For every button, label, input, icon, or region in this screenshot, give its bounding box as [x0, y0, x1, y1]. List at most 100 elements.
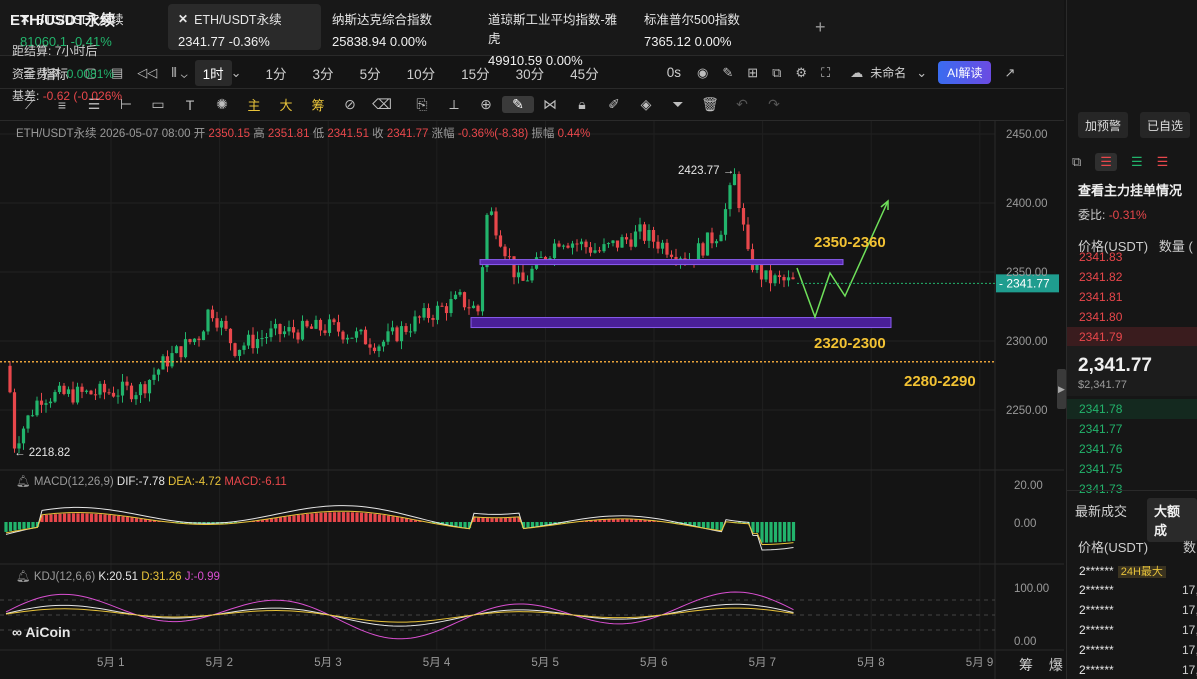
macd-histogram-bar — [602, 519, 607, 522]
bell-icon[interactable]: 🔔︎ — [16, 476, 31, 488]
ask-row[interactable]: 2341.80 — [1067, 307, 1197, 327]
chevron-down-icon[interactable]: ⌄ — [909, 65, 934, 81]
text-icon[interactable]: T — [174, 97, 206, 113]
book-bids-icon[interactable]: ☰ — [1131, 154, 1143, 170]
fullscreen-icon[interactable]: ⛶ — [814, 65, 837, 81]
candle-type-icon[interactable]: ⦀ ⌄ — [164, 65, 194, 81]
ask-row[interactable]: 2341.79 — [1067, 327, 1197, 347]
add-ticker-icon[interactable]: + — [815, 17, 826, 38]
interval-45m-button[interactable]: 45分 — [561, 63, 608, 83]
chip-explode-buttons[interactable]: 筹 爆 — [1019, 655, 1069, 675]
macd-histogram-bar — [98, 514, 103, 522]
kdj-d: D:31.26 — [141, 571, 182, 583]
candle-body — [782, 276, 786, 281]
lock-icon[interactable]: 🔒︎ — [566, 96, 598, 113]
share-icon[interactable]: ↗ — [997, 65, 1022, 81]
undo-icon[interactable]: ↶ — [726, 96, 758, 113]
macd-histogram-bar — [625, 519, 629, 522]
settings-icon[interactable]: ⚙ — [788, 65, 814, 81]
replay-icon[interactable]: ◁◁ — [130, 65, 164, 81]
ask-row[interactable]: 2341.81 — [1067, 287, 1197, 307]
bid-row[interactable]: 2341.77 — [1067, 419, 1197, 439]
copy-icon[interactable]: ⎘ — [406, 96, 438, 113]
add-window-icon[interactable]: ⊞ — [740, 65, 765, 81]
camera-icon[interactable]: ◉ — [690, 65, 715, 81]
price-axis-label: 2300.00 — [1006, 336, 1048, 348]
macd-histogram-bar — [773, 522, 778, 543]
ticker-nasdaq[interactable]: 纳斯达克综合指数 25838.94 0.00% — [322, 4, 472, 50]
big-trades-tab[interactable]: 大额成 — [1147, 498, 1197, 542]
pencil-icon[interactable]: ✎ — [715, 65, 740, 81]
macd-histogram-bar — [305, 514, 310, 522]
trade-qty: 17, — [1182, 603, 1197, 617]
ai-interpret-button[interactable]: AI解读 — [938, 61, 992, 84]
chip-tool[interactable]: 筹 — [302, 95, 334, 114]
candle-body — [602, 244, 606, 252]
macd-histogram-bar — [8, 522, 13, 532]
ticker-price: 2341.77 — [178, 34, 225, 49]
book-mixed-icon[interactable]: ☰ — [1095, 153, 1117, 171]
candle-body — [62, 385, 66, 394]
ticker-sp500[interactable]: 标准普尔500指数 7365.12 0.00% — [634, 4, 784, 50]
note-icon[interactable]: ✐ — [598, 96, 630, 113]
bid-row[interactable]: 2341.76 — [1067, 439, 1197, 459]
zoom-icon[interactable]: ⊕ — [470, 96, 502, 113]
main-force-tool[interactable]: 主 — [238, 95, 270, 114]
add-alert-button[interactable]: 加预警 — [1078, 112, 1129, 138]
candle-body — [219, 320, 224, 328]
interval-3m-button[interactable]: 3分 — [304, 63, 343, 83]
big-order-tool[interactable]: 大 — [270, 95, 302, 114]
high-marker-label: 2423.77 → — [678, 165, 734, 177]
expand-icon[interactable]: ⧉ — [1072, 154, 1081, 170]
watchlist-button[interactable]: 已自选 — [1140, 112, 1191, 138]
interval-30m-button[interactable]: 30分 — [507, 63, 554, 83]
eraser-icon[interactable]: ⌫ — [366, 96, 398, 113]
ask-row[interactable]: 2341.83 — [1067, 247, 1197, 267]
macd-axis-label: 0.00 — [1014, 518, 1036, 530]
draw-mode-icon[interactable]: ✎ — [502, 96, 534, 113]
candle-body — [201, 331, 206, 341]
interval-1m-button[interactable]: 1分 — [257, 63, 296, 83]
macd-histogram-bar — [355, 512, 359, 522]
ticker-dow[interactable]: 道琼斯工业平均指数-雅虎 49910.59 0.00% — [478, 4, 638, 68]
filter-icon[interactable]: ⏷ — [662, 96, 694, 113]
hide-icon[interactable]: ◈ — [630, 96, 662, 113]
candle-body — [332, 319, 336, 323]
interval-5m-button[interactable]: 5分 — [351, 63, 390, 83]
brush-icon[interactable]: ✺ — [206, 96, 238, 113]
ticker-eth[interactable]: ✕ ETH/USDT永续 2341.77 -0.36% — [168, 4, 321, 50]
cloud-icon[interactable]: ☁ — [843, 65, 870, 81]
macd-histogram-bar — [341, 512, 346, 522]
macd-histogram-bar — [395, 517, 400, 522]
bid-row[interactable]: 2341.75 — [1067, 459, 1197, 479]
price-chart[interactable]: 2350-2360 2320-2300 2280-2290 2423.77 → ← 22… — [0, 121, 1064, 679]
candle-body — [386, 331, 390, 342]
book-asks-icon[interactable]: ☰ — [1157, 154, 1169, 170]
candle-body — [597, 250, 602, 252]
candle-body — [80, 386, 84, 392]
candle-body — [588, 247, 593, 253]
bid-row[interactable]: 2341.78 — [1067, 399, 1197, 419]
funding-value: 0.0081% — [66, 67, 115, 81]
ask-row[interactable]: 2341.82 — [1067, 267, 1197, 287]
orderbook-title[interactable]: 查看主力挂单情况 — [1078, 180, 1182, 199]
candle-body — [723, 209, 728, 235]
magnet-icon[interactable]: ⋈ — [534, 96, 566, 113]
redo-icon[interactable]: ↷ — [758, 96, 790, 113]
rectangle-icon[interactable]: ▭ — [142, 96, 174, 113]
ticker-name: 道琼斯工业平均指数-雅虎 — [488, 13, 618, 46]
interval-10m-button[interactable]: 10分 — [398, 63, 445, 83]
latest-trades-tab[interactable]: 最新成交 — [1075, 501, 1127, 520]
sidebar-symbol-title: ETH/USDT永续 — [10, 12, 116, 29]
bell-icon[interactable]: 🔔︎ — [16, 571, 31, 583]
exchange-icon: ✕ — [178, 11, 189, 26]
chevron-down-icon[interactable]: ⌄ — [224, 65, 249, 81]
collapse-sidebar-handle[interactable]: ▶ — [1057, 369, 1066, 409]
compare-icon[interactable]: ⧉ — [765, 65, 788, 81]
measure-icon[interactable]: ⊘ — [334, 96, 366, 113]
candle-body — [525, 280, 530, 282]
trash-icon[interactable]: 🗑︎ — [694, 96, 726, 113]
candle-body — [435, 305, 440, 320]
interval-15m-button[interactable]: 15分 — [452, 63, 499, 83]
ruler-icon[interactable]: ⟂ — [438, 96, 470, 113]
